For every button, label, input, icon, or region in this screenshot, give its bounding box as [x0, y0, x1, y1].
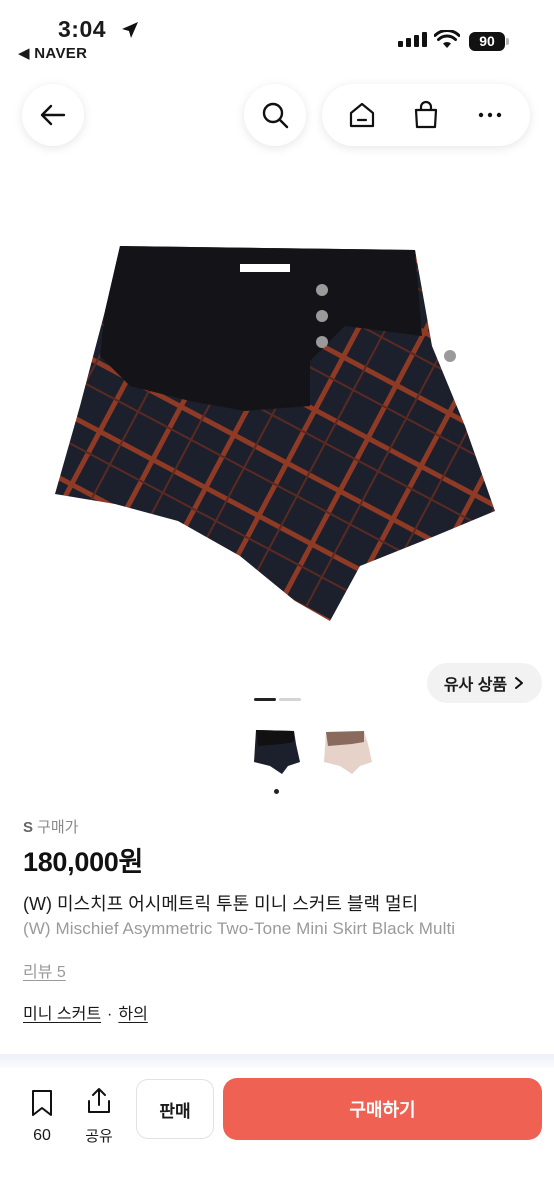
- status-time: 3:04: [58, 16, 107, 42]
- home-icon: [349, 102, 375, 128]
- battery-tip: [506, 38, 509, 45]
- back-button[interactable]: [22, 84, 84, 146]
- more-icon: [478, 112, 502, 118]
- sell-button[interactable]: 판매: [136, 1079, 214, 1139]
- price-label-text: 구매가: [37, 819, 79, 836]
- product-title-english: (W) Mischief Asymmetric Two-Tone Mini Sk…: [23, 919, 456, 938]
- share-icon: [88, 1088, 110, 1113]
- bookmark-button[interactable]: 60: [22, 1088, 62, 1145]
- bottom-action-bar: 60 공유 판매 구매하기: [0, 1068, 554, 1200]
- wifi-icon: [434, 30, 460, 48]
- bookmark-count: 60: [33, 1127, 51, 1144]
- category-parent-link[interactable]: 하의: [118, 1006, 147, 1023]
- product-price: 180,000원: [23, 847, 144, 877]
- home-button[interactable]: [342, 95, 382, 135]
- status-bar: 3:04 ◀ NAVER 90: [0, 0, 554, 70]
- similar-products-label: 유사 상품: [443, 677, 508, 694]
- share-button[interactable]: 공유: [78, 1086, 120, 1146]
- share-label: 공유: [85, 1128, 113, 1145]
- more-button[interactable]: [470, 95, 510, 135]
- product-title-korean: (W) 미스치프 어시메트릭 투톤 미니 스커트 블랙 멀티: [23, 894, 419, 914]
- gallery-indicator-active: [254, 698, 276, 701]
- size-label: S: [23, 819, 34, 836]
- category-link[interactable]: 미니 스커트: [23, 1006, 101, 1023]
- search-button[interactable]: [244, 84, 306, 146]
- similar-products-button[interactable]: 유사 상품: [427, 663, 542, 703]
- arrow-left-icon: [40, 104, 66, 126]
- thumbnail-black[interactable]: [248, 724, 304, 776]
- bookmark-icon: [32, 1090, 52, 1116]
- thumbnail-selected-dot: [274, 789, 279, 794]
- nav-action-group: [322, 84, 530, 146]
- chevron-right-icon: [515, 677, 524, 689]
- battery-indicator: 90: [469, 32, 505, 51]
- buy-button[interactable]: 구매하기: [223, 1078, 542, 1140]
- category-breadcrumb: 미니 스커트 · 하의: [23, 1000, 148, 1024]
- cellular-signal-icon: [398, 32, 427, 47]
- shopping-bag-icon: [414, 100, 438, 129]
- review-link[interactable]: 리뷰 5: [23, 958, 66, 982]
- product-main-image[interactable]: [40, 236, 510, 636]
- thumbnail-beige[interactable]: [320, 724, 376, 776]
- gallery-indicator: [279, 698, 301, 701]
- section-divider: [0, 1054, 554, 1068]
- location-arrow-icon: [122, 22, 138, 38]
- back-to-app-link[interactable]: ◀ NAVER: [18, 44, 87, 62]
- search-icon: [262, 102, 289, 129]
- price-label: S 구매가: [23, 816, 78, 837]
- cart-button[interactable]: [406, 95, 446, 135]
- category-separator: ·: [107, 1006, 113, 1023]
